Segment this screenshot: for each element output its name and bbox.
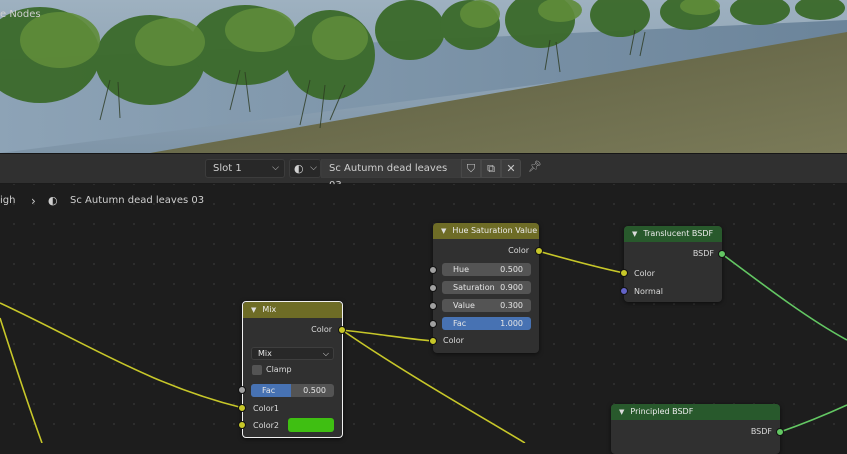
hsv-fac-socket[interactable] [429,320,437,328]
blend-mode-value: Mix [258,349,272,358]
breadcrumb-material[interactable]: Sc Autumn dead leaves 03 [70,195,204,206]
clamp-label: Clamp [266,365,292,374]
collapse-chevron-icon[interactable]: ▼ [619,404,624,420]
hue-field[interactable]: Hue 0.500 [442,263,531,276]
3d-viewport[interactable] [0,0,847,153]
chevron-down-icon: ⌵ [322,349,329,358]
node-title: Translucent BSDF [643,229,714,238]
material-sphere-icon: ◐ [48,194,58,207]
mix-fac-socket[interactable] [238,386,246,394]
collapse-chevron-icon[interactable]: ▼ [632,226,637,242]
blend-mode-dropdown[interactable]: Mix ⌵ [251,347,334,360]
mix-color1-socket[interactable] [238,404,246,412]
fac-field[interactable]: Fac 1.000 [442,317,531,330]
shield-icon: ⛉ [466,162,476,175]
pin-icon: 📌︎ [528,160,542,173]
chevron-down-icon: ⌵ [310,163,317,173]
hsv-input-color-socket[interactable] [429,337,437,345]
clamp-checkbox[interactable] [252,365,262,375]
close-icon: ✕ [506,162,516,175]
input-color-label: Color [443,336,464,345]
breadcrumb-parent[interactable]: igh [0,195,15,206]
node-hue-saturation-value[interactable]: ▼ Hue Saturation Value Color Hue 0.500 Sa… [433,223,539,353]
input-color1-label: Color1 [253,404,279,413]
duplicate-material-button[interactable]: ⧉ [481,159,501,178]
node-principled-bsdf[interactable]: ▼ Principled BSDF BSDF [611,404,780,454]
output-color-label: Color [311,325,332,334]
node-header[interactable]: ▼ Translucent BSDF [624,226,722,242]
editor-type-label[interactable]: e Nodes [0,9,41,20]
color2-swatch[interactable] [288,418,334,432]
hsv-saturation-socket[interactable] [429,284,437,292]
slot-label: Slot 1 [213,163,242,174]
value-field[interactable]: Value 0.300 [442,299,531,312]
node-title: Mix [262,305,277,314]
input-color-label: Color [634,269,655,278]
output-bsdf-label: BSDF [692,249,714,258]
material-browse-button[interactable]: ◐ ⌵ [289,159,321,178]
mix-fac-field[interactable]: Fac 0.500 [251,384,334,397]
input-color2-label: Color2 [253,421,279,430]
output-color-label: Color [508,246,529,255]
chevron-down-icon: ⌵ [272,163,279,173]
hsv-output-color-socket[interactable] [535,247,543,255]
viewport-render [0,0,847,153]
material-name-field[interactable]: Sc Autumn dead leaves 03 [321,159,461,191]
material-sphere-icon: ◐ [294,162,304,175]
mix-color2-socket[interactable] [238,421,246,429]
hsv-hue-socket[interactable] [429,266,437,274]
collapse-chevron-icon[interactable]: ▼ [251,302,256,318]
node-mix[interactable]: ▼ Mix Color Mix ⌵ Clamp Fac 0.500 Color1 … [242,301,343,438]
node-translucent-bsdf[interactable]: ▼ Translucent BSDF BSDF Color Normal [624,226,722,302]
input-normal-label: Normal [634,287,663,296]
breadcrumb-separator: › [31,194,36,208]
pin-button[interactable]: 📌︎ [527,160,543,177]
node-header[interactable]: ▼ Principled BSDF [611,404,780,420]
node-title: Hue Saturation Value [452,226,538,235]
collapse-chevron-icon[interactable]: ▼ [441,223,446,239]
translucent-output-bsdf-socket[interactable] [718,250,726,258]
saturation-field[interactable]: Saturation 0.900 [442,281,531,294]
duplicate-icon: ⧉ [487,162,495,175]
unlink-material-button[interactable]: ✕ [501,159,521,178]
translucent-input-normal-socket[interactable] [620,287,628,295]
hsv-value-socket[interactable] [429,302,437,310]
slot-dropdown[interactable]: Slot 1 ⌵ [205,159,285,178]
output-bsdf-label: BSDF [750,427,772,436]
principled-output-bsdf-socket[interactable] [776,428,784,436]
fake-user-button[interactable]: ⛉ [461,159,481,178]
node-header[interactable]: ▼ Mix [243,302,342,318]
node-header[interactable]: ▼ Hue Saturation Value [433,223,539,239]
mix-output-color-socket[interactable] [338,326,346,334]
translucent-input-color-socket[interactable] [620,269,628,277]
node-title: Principled BSDF [630,407,694,416]
